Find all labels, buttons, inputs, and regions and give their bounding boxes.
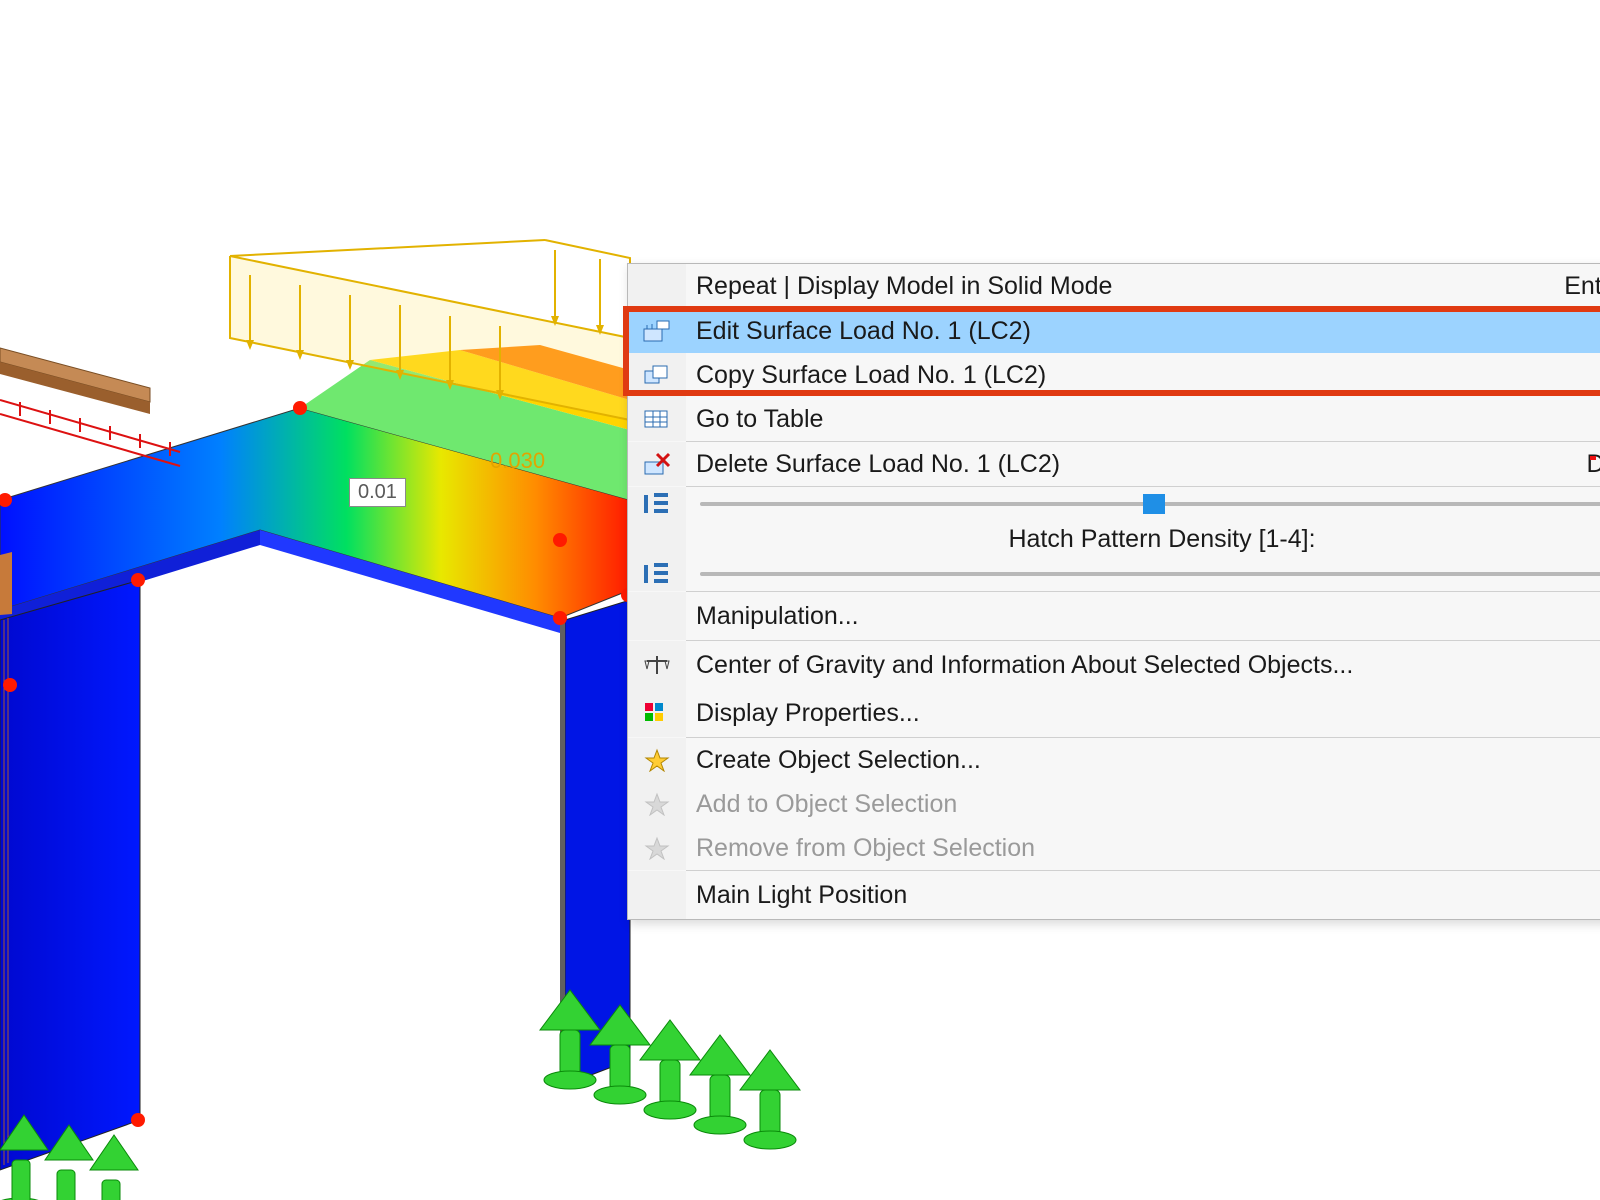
- blank-icon: [628, 871, 686, 919]
- palette-icon: [628, 689, 686, 737]
- menu-item-label: Remove from Object Selection: [686, 834, 1600, 863]
- add-selection-icon: [628, 782, 686, 826]
- menu-item-shortcut: Enter: [1544, 272, 1600, 301]
- menu-item-label: Edit Surface Load No. 1 (LC2): [686, 317, 1600, 346]
- hatch-density-caption-row: Hatch Pattern Density [1-4]:: [628, 521, 1600, 557]
- slider-track[interactable]: [700, 502, 1600, 506]
- hatch-density-caption: Hatch Pattern Density [1-4]:: [686, 525, 1600, 554]
- menu-item-label: Add to Object Selection: [686, 790, 1600, 819]
- menu-item-manipulation[interactable]: Manipulation... ▶: [628, 592, 1600, 640]
- annotation-value-2: 0.030: [490, 448, 545, 474]
- menu-item-label: Center of Gravity and Information About …: [686, 651, 1600, 680]
- slider-icon: [628, 557, 686, 591]
- menu-item-add-to-object-selection: Add to Object Selection: [628, 782, 1600, 826]
- menu-item-label: Manipulation...: [686, 602, 1600, 631]
- menu-item-label: Go to Table: [686, 405, 1600, 434]
- menu-item-label: Main Light Position: [686, 881, 1600, 910]
- load-factor-slider[interactable]: [628, 487, 1600, 521]
- menu-item-delete-surface-load[interactable]: Delete Surface Load No. 1 (LC2) Del: [628, 442, 1600, 486]
- annotation-value-1: 0.01: [349, 478, 406, 507]
- edit-load-icon: [628, 309, 686, 353]
- slider-icon: [628, 487, 686, 521]
- menu-item-create-object-selection[interactable]: Create Object Selection...: [628, 738, 1600, 782]
- delete-load-icon: [628, 442, 686, 486]
- slider-thumb[interactable]: [1143, 494, 1165, 514]
- balance-scale-icon: [628, 641, 686, 689]
- menu-item-label: Delete Surface Load No. 1 (LC2): [686, 450, 1566, 479]
- menu-item-label: Display Properties...: [686, 699, 1600, 728]
- menu-item-label: Create Object Selection...: [686, 746, 1600, 775]
- blank-icon: [628, 264, 686, 308]
- menu-item-label: Copy Surface Load No. 1 (LC2): [686, 361, 1600, 390]
- copy-load-icon: [628, 353, 686, 397]
- menu-item-repeat[interactable]: Repeat | Display Model in Solid Mode Ent…: [628, 264, 1600, 308]
- context-menu: Repeat | Display Model in Solid Mode Ent…: [627, 263, 1600, 920]
- menu-item-remove-from-object-selection: Remove from Object Selection: [628, 826, 1600, 870]
- menu-item-shortcut: Del: [1566, 450, 1600, 479]
- menu-item-label: Repeat | Display Model in Solid Mode: [686, 272, 1544, 301]
- hatch-density-slider[interactable]: [628, 557, 1600, 591]
- menu-item-main-light-position[interactable]: Main Light Position ▶: [628, 871, 1600, 919]
- artifact-dot: [1590, 456, 1596, 460]
- menu-item-go-to-table[interactable]: Go to Table: [628, 397, 1600, 441]
- blank-icon: [628, 521, 686, 557]
- menu-item-display-properties[interactable]: Display Properties...: [628, 689, 1600, 737]
- menu-item-edit-surface-load[interactable]: Edit Surface Load No. 1 (LC2): [628, 309, 1600, 353]
- star-icon: [628, 738, 686, 782]
- table-icon: [628, 397, 686, 441]
- menu-item-copy-surface-load[interactable]: Copy Surface Load No. 1 (LC2): [628, 353, 1600, 397]
- blank-icon: [628, 592, 686, 640]
- slider-track[interactable]: [700, 572, 1600, 576]
- menu-item-center-of-gravity[interactable]: Center of Gravity and Information About …: [628, 641, 1600, 689]
- remove-selection-icon: [628, 826, 686, 870]
